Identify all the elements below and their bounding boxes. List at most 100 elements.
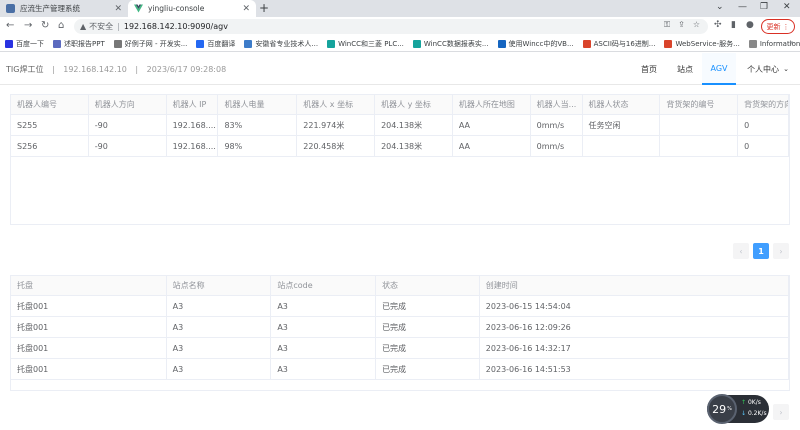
trays-table: 托盘 站点名称 站点code 状态 创建时间 托盘001 A3 A3 已完成 2023-06-15… [10,275,790,391]
bookmark-item[interactable]: 述职报告PPT [53,39,105,49]
table-cell: 204.138米 [375,136,453,156]
bookmark-favicon-icon [244,39,253,48]
bookmark-item[interactable]: 百度翻译 [196,39,235,49]
table-cell: 任务空闲 [583,115,661,135]
table-cell: AA [453,136,531,156]
column-header[interactable]: 机器人 IP [167,95,219,114]
more-bookmarks-icon[interactable]: » [789,38,794,47]
bookmark-item[interactable]: WinCC和三菱 PLC... [327,39,404,49]
reload-icon[interactable]: ↻ [41,20,49,31]
bookmark-label: 百度一下 [16,39,44,48]
network-monitor-widget[interactable]: 29% ↑ 0K/s ↓ 0.2K/s [707,394,769,424]
page-number-button[interactable]: 1 [753,243,769,259]
forward-icon[interactable]: → [24,20,32,31]
menu-home[interactable]: 首页 [628,53,670,85]
address-bar[interactable]: ▲ 不安全 | 192.168.142.10:9090/agv ⚿ ⇪ ☆ [74,19,708,34]
bookmark-item[interactable]: ASCII码与16进制... [582,39,656,49]
column-header[interactable]: 背货架的方向 [738,95,789,114]
key-icon[interactable]: ⚿ [664,20,670,30]
column-header[interactable]: 机器人当... [531,95,583,114]
column-header[interactable]: 机器人状态 [583,95,661,114]
bookmark-item[interactable]: 使用Wincc中的VB... [497,39,574,49]
gauge-value: 29 [712,402,727,416]
bookmark-favicon-icon [53,39,61,48]
home-icon[interactable]: ⌂ [58,20,64,31]
table-cell: -90 [89,115,167,135]
table-row[interactable]: 托盘001 A3 A3 已完成 2023-06-16 14:51:53 [11,359,789,380]
column-header[interactable]: 机器人 x 坐标 [297,95,376,114]
column-header[interactable]: 机器人方向 [89,95,167,114]
close-tab-icon[interactable]: ✕ [114,4,122,14]
divider: | [52,65,55,74]
column-header[interactable]: 机器人所在地图 [453,95,531,114]
share-icon[interactable]: ⇪ [678,20,685,30]
next-page-button[interactable]: › [773,404,789,420]
table-cell: 2023-06-16 14:51:53 [480,359,789,379]
browser-tab[interactable]: 应流生产管理系统 ✕ [0,0,128,17]
bookmark-item[interactable]: WinCC数据报表实... [412,39,489,49]
table-cell: A3 [167,359,272,379]
table-cell: A3 [271,296,377,316]
close-tab-icon[interactable]: ✕ [242,4,250,14]
warning-icon[interactable]: ▲ [80,22,86,31]
menu-agv[interactable]: AGV [702,53,736,85]
table-row[interactable]: S255 -90 192.168.... 83% 221.974米 204.138米 AA 0… [11,115,789,136]
download-value: 0.2K/s [747,410,767,417]
table-cell: 220.458米 [297,136,376,156]
app-header: TIG焊工位 | 192.168.142.10 | 2023/6/17 09:2… [0,53,800,85]
table-row[interactable]: 托盘001 A3 A3 已完成 2023-06-16 12:09:26 [11,317,789,338]
minimize-icon[interactable]: — [738,2,747,12]
column-header[interactable]: 机器人 y 坐标 [375,95,453,114]
table-cell: 托盘001 [11,296,167,316]
menu-user-center[interactable]: 个人中心 ⌄ [740,53,796,85]
next-page-button[interactable]: › [773,243,789,259]
sidebar-icon[interactable]: ▮ [731,20,736,30]
column-header[interactable]: 托盘 [11,276,167,295]
table-cell: -90 [89,136,167,156]
column-header[interactable]: 机器人电量 [218,95,298,114]
window-close-icon[interactable]: ✕ [783,2,791,12]
table-cell: A3 [271,338,377,358]
table-row[interactable]: 托盘001 A3 A3 已完成 2023-06-15 14:54:04 [11,296,789,317]
browser-tab-active[interactable]: yingliu-console ✕ [128,0,256,17]
column-header[interactable]: 站点code [271,276,377,295]
security-label: 不安全 [89,22,114,31]
extensions-icon[interactable]: ✣ [714,20,722,30]
column-header[interactable]: 创建时间 [480,276,789,295]
table-cell: 0 [738,136,789,156]
bookmark-label: 好例子网 - 开发实... [124,39,188,48]
bookmark-label: ASCII码与16进制... [593,39,656,48]
column-header[interactable]: 背货架的编号 [660,95,739,114]
table-row[interactable]: S256 -90 192.168.... 98% 220.458米 204.138米 AA 0… [11,136,789,157]
table-cell: 已完成 [376,317,480,337]
column-header[interactable]: 机器人编号 [11,95,89,114]
site-favicon-icon [6,4,15,13]
update-button[interactable]: 更新 ⋮ [761,19,795,34]
bookmark-item[interactable]: 安徽省专业技术人... [244,39,318,49]
tab-search-icon[interactable]: ⌄ [716,2,724,12]
station-info: TIG焊工位 | 192.168.142.10 | 2023/6/17 09:2… [6,64,232,75]
bookmark-label: 安徽省专业技术人... [255,39,319,48]
current-datetime: 2023/6/17 09:28:08 [146,65,227,74]
bookmark-favicon-icon [5,39,13,48]
bookmark-item[interactable]: 好例子网 - 开发实... [113,39,188,49]
column-header[interactable]: 状态 [376,276,480,295]
upload-speed: ↑ 0K/s [741,399,761,406]
new-tab-icon[interactable]: + [259,1,269,15]
column-header[interactable]: 站点名称 [167,276,272,295]
table-cell: 83% [218,115,298,135]
browser-toolbar: ← → ↻ ⌂ ▲ 不安全 | 192.168.142.10:9090/agv … [0,17,800,36]
table-cell: 2023-06-15 14:54:04 [480,296,789,316]
back-icon[interactable]: ← [6,20,14,31]
bookmark-item[interactable]: 百度一下 [5,39,44,49]
bookmark-star-icon[interactable]: ☆ [693,20,700,30]
profile-icon[interactable]: ● [746,20,754,30]
restore-icon[interactable]: ❐ [760,2,768,12]
table-cell: 192.168.... [167,115,219,135]
table-row[interactable]: 托盘001 A3 A3 已完成 2023-06-16 14:32:17 [11,338,789,359]
menu-stations[interactable]: 站点 [670,53,700,85]
bookmarks-bar: 百度一下 述职报告PPT 好例子网 - 开发实... 百度翻译 安徽省专业技术人... W… [0,36,800,52]
table-cell: 0mm/s [531,136,583,156]
prev-page-button[interactable]: ‹ [733,243,749,259]
bookmark-item[interactable]: WebService-服务... [664,39,740,49]
